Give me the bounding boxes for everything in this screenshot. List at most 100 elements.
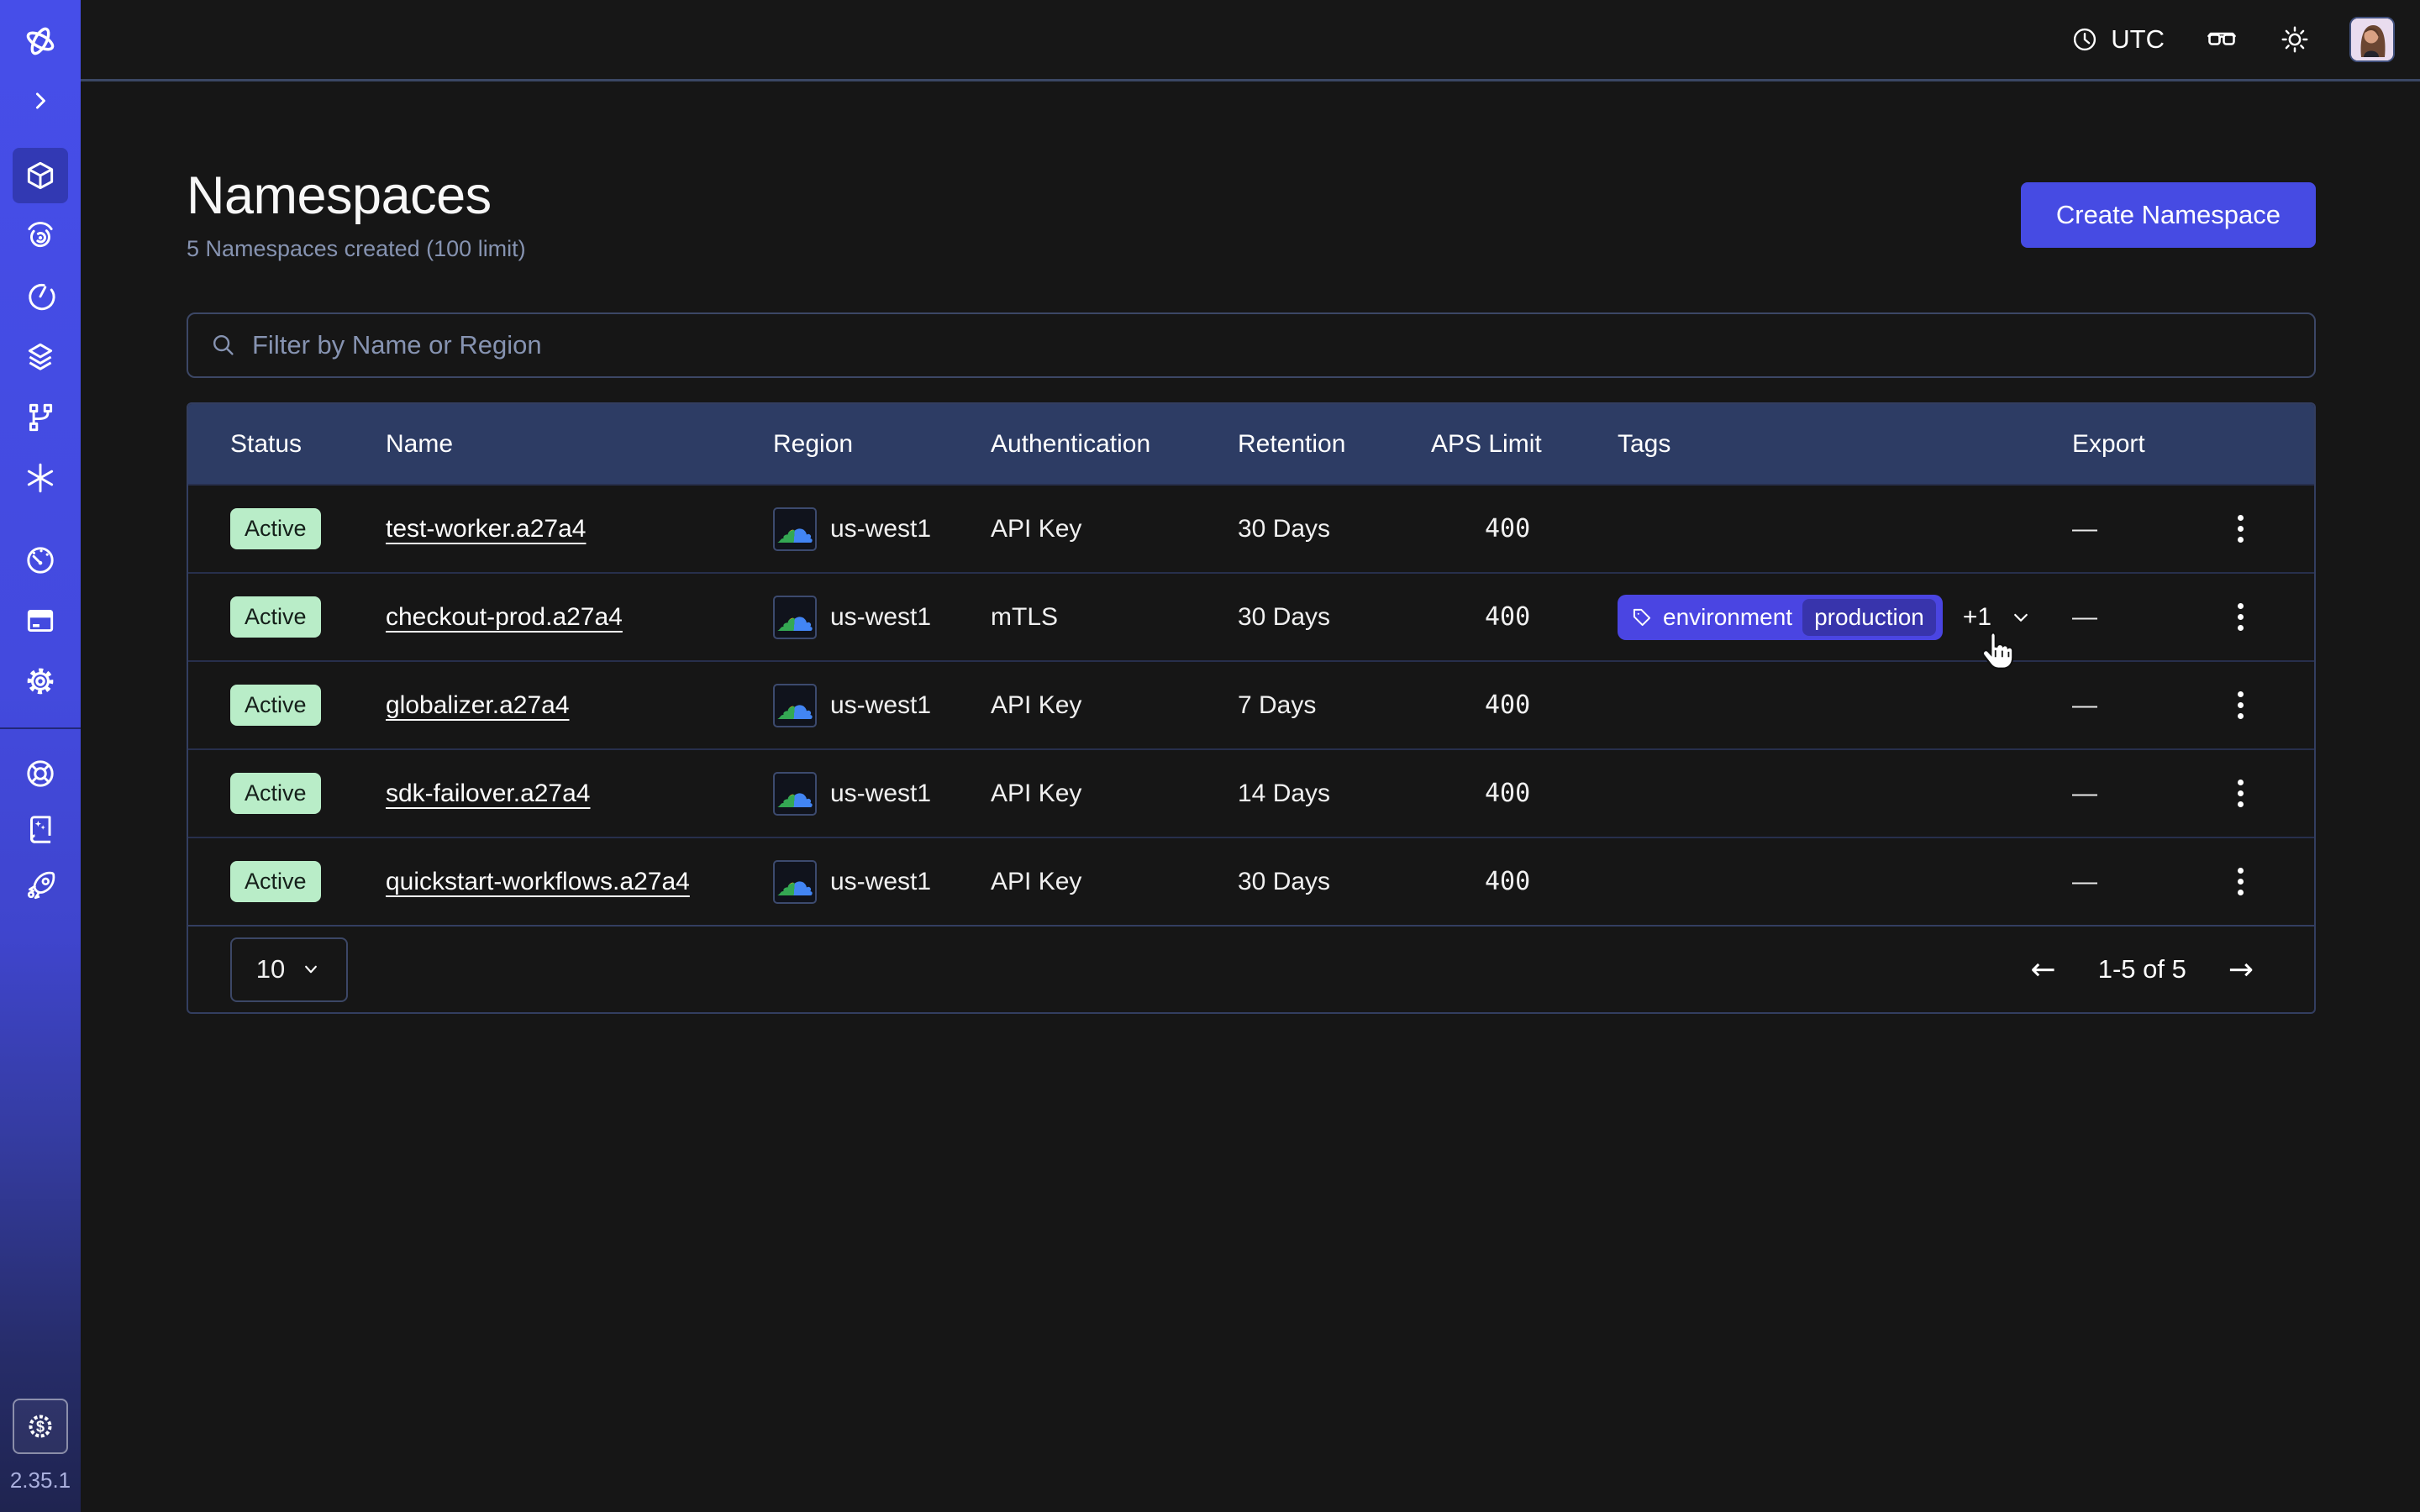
lifebuoy-icon: [23, 756, 58, 791]
namespace-link[interactable]: sdk-failover.a27a4: [386, 780, 591, 808]
region-label: us-west1: [830, 515, 931, 543]
row-actions-menu[interactable]: [2233, 774, 2249, 812]
tag-icon: [1631, 606, 1653, 628]
region-label: us-west1: [830, 868, 931, 896]
sidebar-bottom: $ 2.35.1: [10, 1399, 71, 1512]
tag-pill[interactable]: environment production: [1618, 595, 1943, 640]
timezone-selector[interactable]: UTC: [2070, 24, 2165, 55]
create-namespace-button[interactable]: Create Namespace: [2021, 182, 2316, 248]
app-root: $ 2.35.1 UTC: [0, 0, 2420, 1512]
page-subtitle: 5 Namespaces created (100 limit): [187, 236, 526, 262]
labs-toggle[interactable]: [2203, 23, 2240, 56]
retention-cell: 30 Days: [1238, 868, 1431, 896]
retention-cell: 7 Days: [1238, 691, 1431, 720]
auth-cell: API Key: [991, 780, 1238, 808]
layers-icon: [23, 339, 58, 375]
row-actions-menu[interactable]: [2233, 863, 2249, 900]
export-value: —: [2072, 515, 2097, 543]
page-size-value: 10: [256, 954, 285, 984]
table-row: Active sdk-failover.a27a4 ☁ us-west1 API…: [188, 748, 2314, 837]
user-avatar-button[interactable]: [2349, 17, 2395, 62]
rocket-icon: [23, 867, 58, 902]
gcp-region-icon: ☁: [773, 507, 817, 551]
sidebar: $ 2.35.1: [0, 0, 81, 1512]
topbar: UTC: [81, 0, 2420, 81]
aps-limit-cell: 400: [1431, 690, 1618, 720]
sidebar-item-billing[interactable]: [13, 593, 68, 648]
sidebar-item-deployments[interactable]: [13, 329, 68, 385]
filter-bar: [187, 312, 2316, 378]
export-value: —: [2072, 691, 2097, 720]
sidebar-item-getting-started[interactable]: [13, 858, 68, 911]
pagination: 10 ← 1-5 of 5 →: [188, 925, 2314, 1012]
region-label: us-west1: [830, 603, 931, 632]
col-authentication: Authentication: [991, 430, 1238, 459]
temporal-logo[interactable]: [13, 12, 68, 71]
table-row: Active checkout-prod.a27a4 ☁ us-west1 mT…: [188, 572, 2314, 660]
retention-cell: 30 Days: [1238, 515, 1431, 543]
chevron-down-icon: [300, 958, 322, 980]
tag-key: environment: [1663, 604, 1792, 631]
sidebar-main-nav: [13, 148, 68, 506]
chevron-right-icon: [25, 86, 55, 116]
aps-limit-cell: 400: [1431, 867, 1618, 896]
sun-icon: [2279, 24, 2311, 55]
timer-icon: [23, 279, 58, 314]
status-badge: Active: [230, 596, 321, 638]
prev-page-button[interactable]: ←: [2031, 953, 2056, 987]
aps-limit-cell: 400: [1431, 602, 1618, 632]
sidebar-item-workflows[interactable]: [13, 208, 68, 264]
clock-icon: [2070, 25, 2099, 54]
sidebar-admin-nav: [13, 533, 68, 709]
sidebar-item-nexus[interactable]: [13, 390, 68, 445]
col-retention: Retention: [1238, 430, 1431, 459]
sidebar-item-settings[interactable]: [13, 654, 68, 709]
cube-icon: [23, 158, 58, 193]
table-body: Active test-worker.a27a4 ☁ us-west1 API …: [188, 484, 2314, 925]
page-title: Namespaces: [187, 165, 526, 226]
sidebar-item-usage[interactable]: [13, 533, 68, 588]
row-actions-menu[interactable]: [2233, 686, 2249, 724]
plan-billing-button[interactable]: $: [13, 1399, 68, 1454]
sidebar-item-support[interactable]: [13, 748, 68, 800]
sidebar-help-nav: [13, 748, 68, 911]
namespace-link[interactable]: test-worker.a27a4: [386, 515, 586, 543]
gcp-region-icon: ☁: [773, 772, 817, 816]
chevron-down-icon: [2008, 605, 2033, 630]
row-actions-menu[interactable]: [2233, 510, 2249, 548]
gcp-region-icon: ☁: [773, 684, 817, 727]
aps-limit-cell: 400: [1431, 779, 1618, 808]
pagination-range: 1-5 of 5: [2098, 954, 2186, 984]
col-tags: Tags: [1618, 430, 2072, 459]
branch-icon: [23, 400, 58, 435]
col-aps-limit: APS Limit: [1431, 430, 1618, 459]
namespace-link[interactable]: globalizer.a27a4: [386, 691, 570, 720]
sidebar-item-namespaces[interactable]: [13, 148, 68, 203]
status-badge: Active: [230, 508, 321, 549]
page-size-select[interactable]: 10: [230, 937, 348, 1002]
sidebar-item-connectivity[interactable]: [13, 450, 68, 506]
glasses-icon: [2203, 23, 2240, 56]
asterisk-icon: [23, 460, 58, 496]
gcp-region-icon: ☁: [773, 860, 817, 904]
tag-group: environment production +1: [1618, 595, 2033, 640]
row-actions-menu[interactable]: [2233, 598, 2249, 636]
namespace-link[interactable]: quickstart-workflows.a27a4: [386, 868, 690, 896]
auth-cell: API Key: [991, 691, 1238, 720]
export-value: —: [2072, 603, 2097, 632]
export-value: —: [2072, 780, 2097, 808]
sidebar-expand-toggle[interactable]: [13, 74, 68, 128]
filter-input[interactable]: [252, 330, 2292, 360]
namespace-link[interactable]: checkout-prod.a27a4: [386, 603, 623, 632]
aps-limit-cell: 400: [1431, 514, 1618, 543]
tags-expand-chevron[interactable]: [2008, 605, 2033, 630]
theme-toggle[interactable]: [2279, 24, 2311, 55]
sidebar-item-docs[interactable]: [13, 803, 68, 855]
table-row: Active quickstart-workflows.a27a4 ☁ us-w…: [188, 837, 2314, 925]
col-export: Export: [2072, 430, 2281, 459]
avatar-image: [2351, 18, 2393, 60]
sidebar-item-schedules[interactable]: [13, 269, 68, 324]
next-page-button[interactable]: →: [2228, 953, 2254, 987]
svg-text:$: $: [36, 1419, 45, 1436]
namespaces-table: Status Name Region Authentication Retent…: [187, 402, 2316, 1014]
